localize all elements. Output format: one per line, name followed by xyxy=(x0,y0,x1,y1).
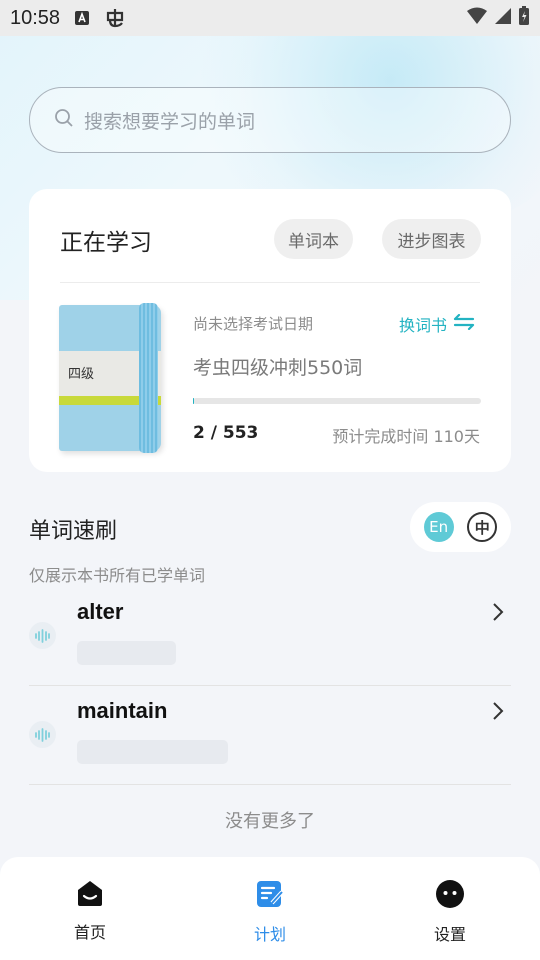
wordbook-button[interactable]: 单词本 xyxy=(274,219,353,259)
book-elastic-band xyxy=(139,303,158,453)
status-icons xyxy=(466,6,530,30)
current-study-card: 正在学习 单词本 进步图表 四级 尚未选择考试日期 换词书 考虫四级冲刺550词… xyxy=(29,189,511,472)
language-toggle[interactable]: En 中 xyxy=(410,502,511,552)
hidden-meaning-placeholder[interactable] xyxy=(77,641,176,665)
cellular-signal-icon xyxy=(494,7,512,29)
tab-settings-label: 设置 xyxy=(433,925,466,944)
book-cover[interactable]: 四级 xyxy=(59,303,161,453)
progress-bar-fill xyxy=(193,398,195,404)
switch-book-label: 换词书 xyxy=(399,316,448,335)
progress-bar xyxy=(193,398,481,404)
estimated-finish-time: 预计完成时间 110天 xyxy=(332,427,480,446)
battery-icon xyxy=(518,6,530,30)
tab-settings[interactable]: 设置 xyxy=(360,857,540,960)
sound-wave-icon xyxy=(35,727,50,742)
quick-review-subtitle: 仅展示本书所有已学单词 xyxy=(29,566,206,585)
card-title: 正在学习 xyxy=(60,230,152,256)
switch-book-button[interactable]: 换词书 xyxy=(399,312,475,336)
plan-icon xyxy=(255,879,285,913)
hidden-meaning-placeholder[interactable] xyxy=(77,740,228,764)
exam-date-status[interactable]: 尚未选择考试日期 xyxy=(193,313,313,334)
search-placeholder: 搜索想要学习的单词 xyxy=(84,110,256,133)
word-text: maintain xyxy=(77,698,168,723)
status-bar: 10:58 xyxy=(0,0,540,36)
progress-count: 2 / 553 xyxy=(193,423,259,443)
wifi-icon xyxy=(466,7,488,29)
chevron-right-icon[interactable] xyxy=(491,700,505,726)
tab-home[interactable]: 首页 xyxy=(0,857,180,960)
settings-face-icon xyxy=(435,879,465,913)
tab-home-label: 首页 xyxy=(73,923,106,942)
book-name: 考虫四级冲刺550词 xyxy=(193,357,363,379)
word-list-item[interactable]: maintain xyxy=(29,686,511,785)
list-end-text: 没有更多了 xyxy=(225,811,315,832)
search-icon xyxy=(54,108,74,132)
home-icon xyxy=(75,879,105,911)
word-text: alter xyxy=(77,599,124,624)
pronunciation-button[interactable] xyxy=(29,622,56,649)
pronunciation-button[interactable] xyxy=(29,721,56,748)
tab-plan-label: 计划 xyxy=(253,925,286,944)
quick-review-title: 单词速刷 xyxy=(29,519,118,544)
row-divider xyxy=(29,784,511,785)
switch-arrows-icon xyxy=(453,313,475,334)
card-divider xyxy=(60,282,480,283)
search-bar[interactable]: 搜索想要学习的单词 xyxy=(29,87,511,153)
status-time: 10:58 xyxy=(10,6,61,29)
bug-icon xyxy=(104,7,126,29)
chinese-mode-button[interactable]: 中 xyxy=(467,512,498,542)
chevron-right-icon[interactable] xyxy=(491,601,505,627)
accessibility-a-icon xyxy=(74,10,90,26)
english-mode-button[interactable]: En xyxy=(423,512,454,542)
sound-wave-icon xyxy=(35,628,50,643)
bottom-tab-bar: 首页 计划 设置 xyxy=(0,857,540,960)
progress-chart-button[interactable]: 进步图表 xyxy=(382,219,481,259)
word-list-item[interactable]: alter xyxy=(29,587,511,686)
tab-plan[interactable]: 计划 xyxy=(180,857,360,960)
